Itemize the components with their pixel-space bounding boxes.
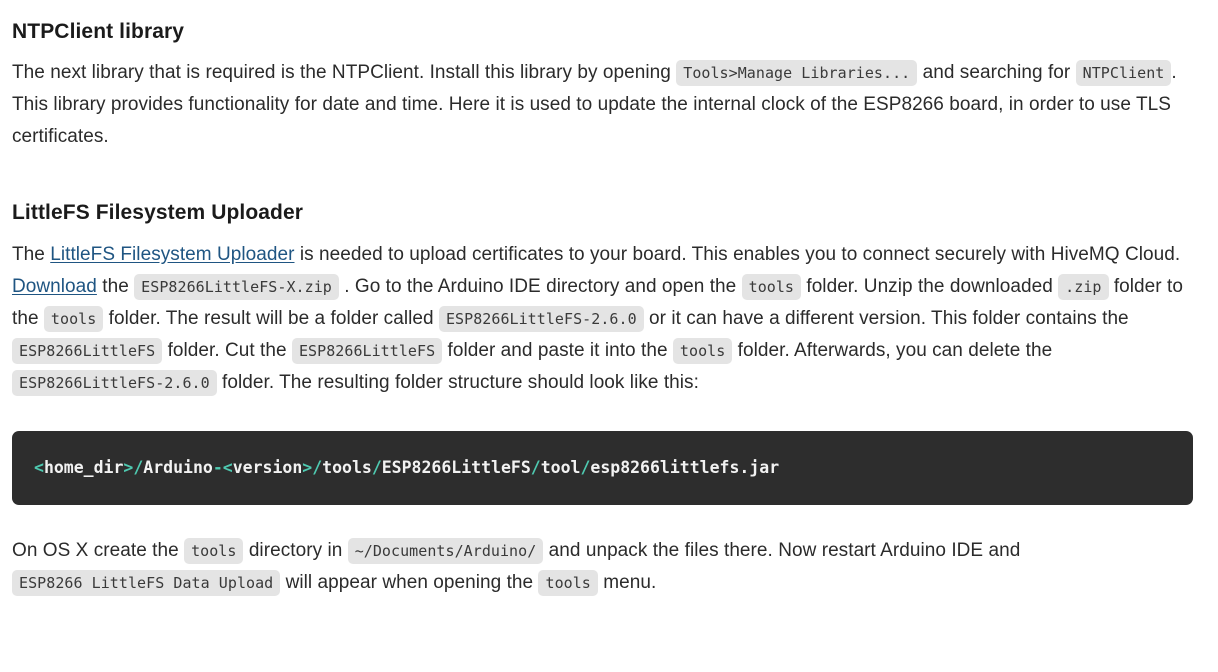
- inline-code-esp8266littlefs-1: ESP8266LittleFS: [12, 337, 163, 364]
- document-page: NTPClient library The next library that …: [0, 0, 1218, 599]
- code-token: esp8266littlefs.jar: [590, 457, 780, 477]
- text-segment: folder. The result will be a folder call…: [108, 307, 434, 329]
- text-segment: The: [12, 243, 45, 265]
- text-segment: folder. Cut the: [167, 339, 287, 361]
- inline-code-tools-manage-libraries: Tools>Manage Libraries...: [676, 60, 918, 87]
- text-segment: folder and paste it into the: [447, 339, 668, 361]
- code-block-content: <home_dir>/Arduino-<version>/tools/ESP82…: [34, 457, 1173, 479]
- text-segment: . Go to the Arduino IDE directory and op…: [344, 275, 737, 297]
- text-segment: On OS X create the: [12, 539, 179, 561]
- code-token: ESP8266LittleFS: [381, 457, 531, 477]
- code-token: Arduino: [143, 457, 213, 477]
- code-token: version: [232, 457, 303, 477]
- paragraph-littlefs: The LittleFS Filesystem Uploader is need…: [12, 239, 1194, 399]
- text-segment: folder. Afterwards, you can delete the: [737, 339, 1053, 361]
- link-littlefs-filesystem-uploader[interactable]: LittleFS Filesystem Uploader: [50, 244, 294, 265]
- inline-code-tools-4: tools: [184, 537, 244, 564]
- inline-code-tools-2: tools: [43, 305, 104, 332]
- code-tokens: <home_dir>/Arduino-<version>/tools/ESP82…: [34, 458, 779, 477]
- code-block-folder-structure: <home_dir>/Arduino-<version>/tools/ESP82…: [12, 430, 1193, 505]
- text-segment: and unpack the files there. Now restart …: [548, 539, 1021, 561]
- code-token: /: [530, 457, 541, 477]
- inline-code-esp8266-littlefs-data-upload: ESP8266 LittleFS Data Upload: [12, 569, 281, 596]
- inline-code-documents-arduino-path: ~/Documents/Arduino/: [347, 537, 544, 564]
- text-segment: folder. The resulting folder structure s…: [222, 371, 699, 393]
- link-download[interactable]: Download: [12, 276, 97, 297]
- code-token: tool: [540, 457, 581, 477]
- paragraph-ntpclient: The next library that is required is the…: [12, 57, 1194, 153]
- inline-code-tools-1: tools: [741, 273, 802, 300]
- inline-code-tools-5: tools: [538, 569, 598, 596]
- page-title-ntpclient: NTPClient library: [12, 20, 185, 43]
- inline-code-esp8266littlefs-x-zip: ESP8266LittleFS-X.zip: [134, 273, 339, 300]
- text-segment: will appear when opening the: [285, 571, 534, 593]
- text-segment: The next library that is required is the…: [12, 62, 671, 84]
- page-title-littlefs-uploader: LittleFS Filesystem Uploader: [12, 201, 304, 225]
- text-segment: is needed to upload certificates to your…: [299, 243, 1181, 265]
- inline-code-tools-3: tools: [672, 337, 733, 364]
- text-segment: and searching for: [922, 62, 1071, 84]
- text-segment: the: [102, 275, 129, 297]
- code-token: /: [580, 457, 591, 477]
- code-token: /: [371, 457, 382, 477]
- inline-code-esp8266littlefs-260-2: ESP8266LittleFS-2.6.0: [12, 369, 217, 396]
- text-segment: or it can have a different version. This…: [649, 307, 1129, 329]
- inline-code-esp8266littlefs-2: ESP8266LittleFS: [291, 337, 443, 364]
- code-token: -<: [212, 457, 233, 477]
- text-segment: menu.: [603, 571, 657, 593]
- code-token: >/: [123, 457, 144, 477]
- code-token: home_dir: [43, 457, 124, 477]
- inline-code-zip: .zip: [1058, 273, 1109, 300]
- text-segment: folder. Unzip the downloaded: [806, 275, 1053, 297]
- inline-code-ntpclient: NTPClient: [1075, 60, 1172, 87]
- inline-code-esp8266littlefs-260-1: ESP8266LittleFS-2.6.0: [438, 305, 644, 332]
- paragraph-osx-instructions: On OS X create the tools directory in ~/…: [12, 535, 1194, 599]
- code-token: <: [34, 457, 44, 477]
- code-token: tools: [322, 457, 372, 477]
- text-segment: directory in: [248, 539, 343, 561]
- code-token: >/: [302, 457, 323, 477]
